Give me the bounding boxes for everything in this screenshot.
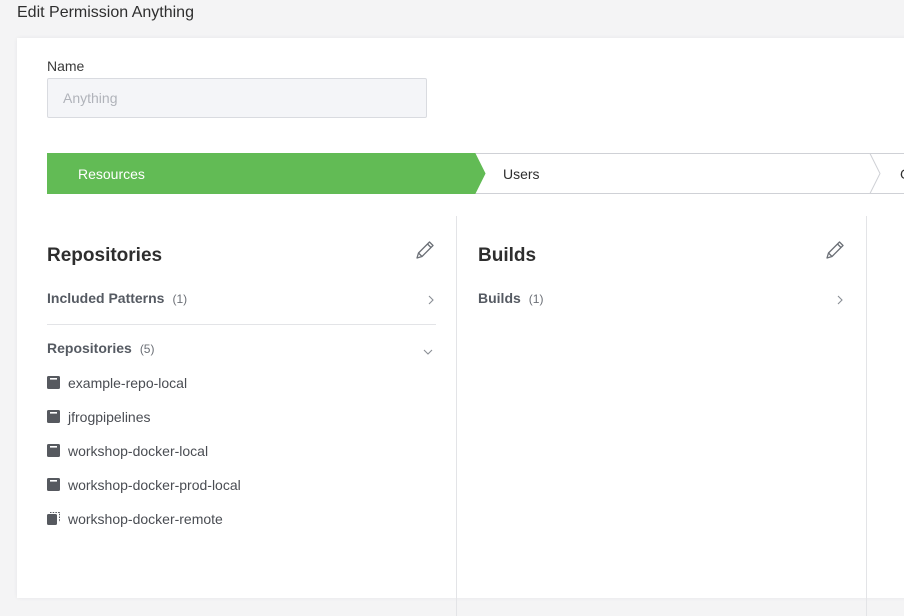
repositories-panel-title: Repositories	[47, 245, 162, 267]
edit-builds-pencil-icon[interactable]	[824, 239, 846, 261]
panel-divider	[866, 216, 867, 616]
tab-groups[interactable]: G	[900, 166, 904, 182]
builds-count: (1)	[529, 292, 544, 306]
included-patterns-label: Included Patterns	[47, 290, 164, 306]
builds-row[interactable]: Builds (1)	[478, 290, 543, 312]
builds-panel-title: Builds	[478, 245, 536, 267]
repository-item: workshop-docker-prod-local	[47, 477, 241, 497]
repository-item: workshop-docker-local	[47, 443, 208, 463]
repository-item: jfrogpipelines	[47, 409, 151, 429]
included-patterns-count: (1)	[172, 292, 187, 306]
chevron-right-icon[interactable]	[426, 295, 436, 305]
repository-name: workshop-docker-remote	[68, 511, 223, 527]
repositories-count: (5)	[140, 342, 155, 356]
tab-users[interactable]: Users	[503, 166, 540, 182]
wizard-steps-background	[47, 153, 904, 195]
chevron-right-icon[interactable]	[835, 295, 845, 305]
local-repo-icon	[47, 478, 60, 491]
edit-repositories-pencil-icon[interactable]	[414, 239, 436, 261]
local-repo-icon	[47, 410, 60, 423]
section-divider	[47, 324, 436, 325]
remote-repo-icon	[47, 512, 60, 525]
repositories-row[interactable]: Repositories (5)	[47, 340, 154, 362]
repository-name: workshop-docker-local	[68, 443, 208, 459]
included-patterns-row[interactable]: Included Patterns (1)	[47, 290, 187, 312]
page-title: Edit Permission Anything	[17, 4, 194, 22]
panel-divider	[456, 216, 457, 616]
repository-item: workshop-docker-remote	[47, 511, 223, 531]
repository-name: workshop-docker-prod-local	[68, 477, 241, 493]
name-label: Name	[47, 58, 84, 74]
chevron-down-icon[interactable]	[423, 347, 433, 357]
local-repo-icon	[47, 444, 60, 457]
local-repo-icon	[47, 376, 60, 389]
wizard-steps: Resources Users G	[47, 153, 904, 195]
repository-item: example-repo-local	[47, 375, 187, 395]
builds-label: Builds	[478, 290, 521, 306]
repository-name: example-repo-local	[68, 375, 187, 391]
repository-name: jfrogpipelines	[68, 409, 151, 425]
permission-form-card: Name Resources Users G Repositories Incl…	[17, 38, 904, 598]
tab-resources[interactable]: Resources	[78, 166, 145, 182]
name-input[interactable]	[47, 78, 427, 118]
repositories-label: Repositories	[47, 340, 132, 356]
